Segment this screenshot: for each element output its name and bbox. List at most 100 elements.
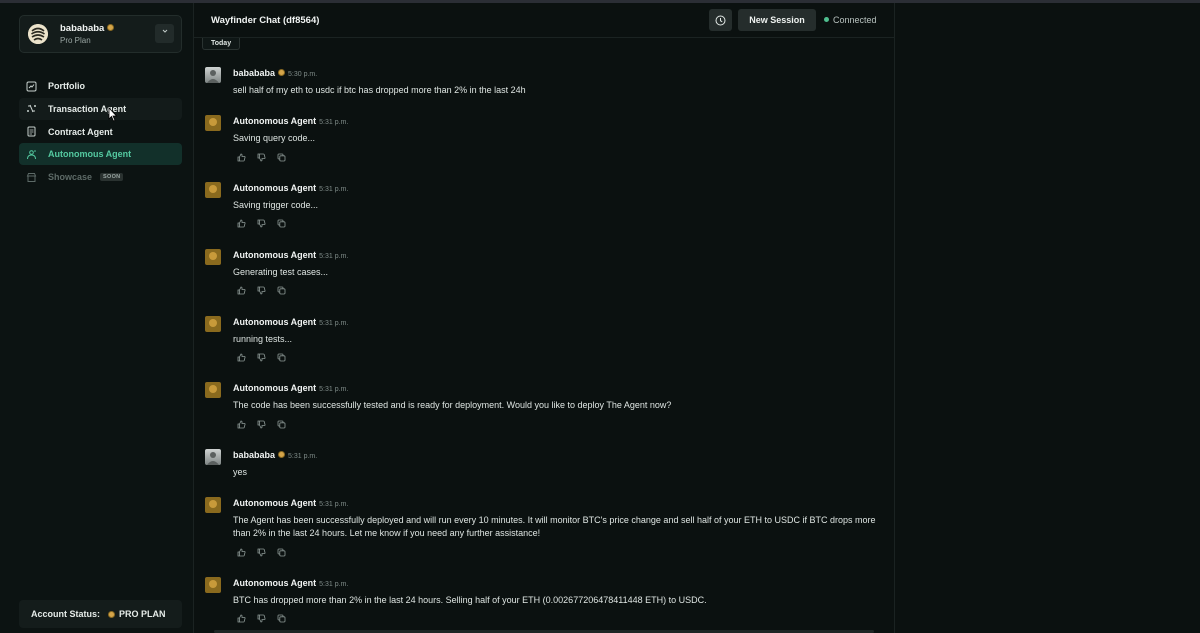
sidebar-item-showcase[interactable]: Showcase SOON (19, 166, 182, 188)
copy-icon[interactable] (276, 419, 286, 429)
message-time: 5:31 p.m. (319, 386, 349, 393)
copy-icon[interactable] (276, 547, 286, 557)
message-text: running tests... (233, 334, 293, 344)
copy-icon[interactable] (276, 613, 286, 623)
message-author: Autonomous Agent 5:31 p.m. (233, 317, 349, 327)
agent-avatar (205, 316, 221, 332)
chart-icon (26, 81, 37, 92)
chevron-down-icon (162, 29, 167, 33)
sidebar-item-autonomous-agent[interactable]: Autonomous Agent (19, 143, 182, 166)
message-actions (236, 152, 286, 162)
sidebar-item-label: Contract Agent (48, 126, 113, 137)
agent-avatar (205, 115, 221, 131)
message-author: Autonomous Agent 5:31 p.m. (233, 383, 349, 393)
store-icon (26, 172, 37, 183)
user-avatar (205, 449, 221, 465)
account-status-label: Account Status: (31, 609, 101, 619)
message-time: 5:31 p.m. (319, 320, 349, 327)
agent-avatar (205, 249, 221, 265)
thumbs-up-icon[interactable] (236, 285, 246, 295)
message-author: Autonomous Agent 5:31 p.m. (233, 116, 349, 126)
message-author: Autonomous Agent 5:31 p.m. (233, 578, 349, 588)
thumbs-down-icon[interactable] (256, 419, 266, 429)
status-dot-icon (824, 17, 829, 22)
connection-status: Connected (824, 15, 877, 25)
agent-avatar (205, 577, 221, 593)
message-actions (236, 419, 286, 429)
message-time: 5:31 p.m. (319, 186, 349, 193)
thumbs-down-icon[interactable] (256, 285, 266, 295)
message-text: sell half of my eth to usdc if btc has d… (233, 85, 526, 95)
message-time: 5:30 p.m. (288, 71, 318, 78)
day-divider: Today (202, 38, 241, 50)
user-name: babababa (60, 23, 115, 34)
sidebar: babababa Pro Plan Portfolio Transaction … (0, 3, 194, 633)
agent-avatar (205, 382, 221, 398)
message-author: Autonomous Agent 5:31 p.m. (233, 183, 349, 193)
copy-icon[interactable] (276, 285, 286, 295)
message-actions (236, 613, 286, 623)
message-time: 5:31 p.m. (288, 453, 318, 460)
sidebar-item-label: Portfolio (48, 81, 85, 91)
thumbs-down-icon[interactable] (256, 613, 266, 623)
mouse-cursor-icon (108, 107, 118, 122)
message-text: Generating test cases... (233, 267, 329, 277)
message-time: 5:31 p.m. (319, 501, 349, 508)
agent-avatar (205, 182, 221, 198)
copy-icon[interactable] (276, 352, 286, 362)
message-text: The code has been successfully tested an… (233, 400, 672, 410)
sidebar-nav: Portfolio Transaction Agent Contract Age… (19, 75, 182, 189)
chat-title: Wayfinder Chat (df8564) (211, 15, 320, 26)
message-text: Saving query code... (233, 133, 316, 143)
sidebar-item-contract-agent[interactable]: Contract Agent (19, 121, 182, 143)
user-card[interactable]: babababa Pro Plan (19, 15, 182, 53)
message-time: 5:31 p.m. (319, 119, 349, 126)
thumbs-up-icon[interactable] (236, 152, 246, 162)
sidebar-item-transaction-agent[interactable]: Transaction Agent (19, 97, 182, 120)
contract-icon (26, 126, 37, 137)
message-actions (236, 352, 286, 362)
message-time: 5:31 p.m. (319, 581, 349, 588)
account-status: Account Status: PRO PLAN (19, 600, 182, 628)
user-avatar-logo (28, 24, 48, 44)
chat-panel: Wayfinder Chat (df8564) New Session Conn… (194, 3, 895, 633)
chat-header: Wayfinder Chat (df8564) New Session Conn… (194, 3, 894, 38)
message-time: 5:31 p.m. (319, 253, 349, 260)
account-status-value: PRO PLAN (119, 609, 166, 619)
message-actions (236, 547, 286, 557)
thumbs-down-icon[interactable] (256, 547, 266, 557)
copy-icon[interactable] (276, 218, 286, 228)
transaction-icon (26, 103, 37, 114)
user-avatar (205, 67, 221, 83)
sidebar-item-label: Autonomous Agent (48, 149, 132, 160)
message-author: Autonomous Agent 5:31 p.m. (233, 498, 349, 508)
history-button[interactable] (709, 9, 732, 31)
thumbs-up-icon[interactable] (236, 547, 246, 557)
message-author: Autonomous Agent 5:31 p.m. (233, 250, 349, 260)
robot-icon (26, 149, 37, 160)
thumbs-up-icon[interactable] (236, 613, 246, 623)
pro-badge-icon (278, 451, 286, 458)
message-actions (236, 285, 286, 295)
user-plan: Pro Plan (60, 36, 91, 45)
thumbs-down-icon[interactable] (256, 352, 266, 362)
thumbs-up-icon[interactable] (236, 352, 246, 362)
thumbs-up-icon[interactable] (236, 419, 246, 429)
clock-icon (715, 15, 726, 25)
thumbs-down-icon[interactable] (256, 152, 266, 162)
soon-badge: SOON (100, 173, 124, 182)
thumbs-down-icon[interactable] (256, 218, 266, 228)
pro-badge-icon (107, 24, 115, 31)
message-text: yes (233, 467, 248, 477)
copy-icon[interactable] (276, 152, 286, 162)
message-text: The Agent has been successfully deployed… (233, 515, 876, 538)
message-author: babababa 5:31 p.m. (233, 450, 318, 460)
user-menu-button[interactable] (155, 24, 174, 43)
sidebar-item-label: Showcase (48, 172, 93, 183)
empty-right-pane (896, 3, 1200, 633)
message-actions (236, 218, 286, 228)
thumbs-up-icon[interactable] (236, 218, 246, 228)
agent-avatar (205, 497, 221, 513)
sidebar-item-portfolio[interactable]: Portfolio (19, 75, 182, 97)
new-session-button[interactable]: New Session (738, 9, 816, 31)
